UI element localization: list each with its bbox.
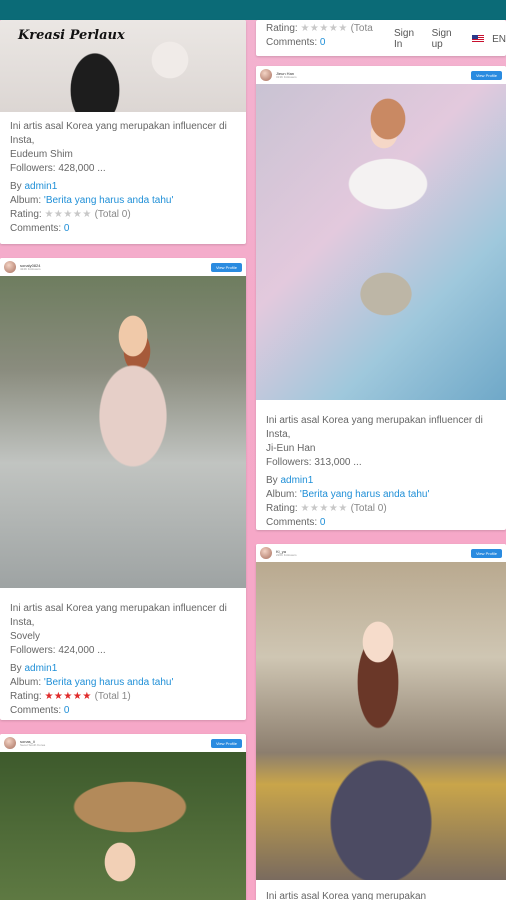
post-card[interactable]: sonas_ii Seoul South Korea View Profile <box>0 734 246 900</box>
post-photo[interactable] <box>256 84 506 400</box>
language-label[interactable]: EN <box>492 34 506 45</box>
embed-header: Ki_ya 226K Followers View Profile <box>256 544 506 562</box>
status-bar <box>0 0 506 20</box>
view-profile-button[interactable]: View Profile <box>470 70 502 80</box>
brand-logo: Kreasi Perlaux <box>18 28 125 43</box>
view-profile-button[interactable]: View Profile <box>210 738 242 748</box>
post-description: Ini artis asal Korea yang merupakan infl… <box>10 121 227 146</box>
rating-total: (Total 0) <box>94 209 131 220</box>
rating-total: (Tota <box>350 23 373 34</box>
sign-in-link[interactable]: Sign In <box>394 28 424 50</box>
embed-header: Jieun Han 313K Followers View Profile <box>256 66 506 84</box>
comments-count[interactable]: 0 <box>320 517 326 528</box>
embed-subtitle: Seoul South Korea <box>20 742 46 747</box>
post-description: Ini artis asal Korea yang merupakan infl… <box>10 603 227 628</box>
by-label: By <box>10 181 22 192</box>
rating-total: (Total 1) <box>94 691 131 702</box>
rating-stars[interactable]: ★★★★★ <box>300 503 347 514</box>
album-link[interactable]: 'Berita yang harus anda tahu' <box>44 677 173 688</box>
comments-label: Comments: <box>10 705 62 716</box>
post-name: Sovely <box>10 631 41 642</box>
post-name: Eudeum Shim <box>10 149 73 160</box>
rating-stars[interactable]: ★★★★★ <box>44 209 91 220</box>
rating-label: Rating: <box>10 209 42 220</box>
view-profile-button[interactable]: View Profile <box>470 548 502 558</box>
comments-count[interactable]: 0 <box>64 223 70 234</box>
post-card[interactable]: Kreasi Perlaux Ini artis asal Korea yang… <box>0 20 246 244</box>
album-label: Album: <box>10 677 42 688</box>
post-name: Ji-Eun Han <box>266 443 316 454</box>
post-photo[interactable] <box>0 276 246 588</box>
author-link[interactable]: admin1 <box>280 475 313 486</box>
comments-count[interactable]: 0 <box>320 37 326 48</box>
author-link[interactable]: admin1 <box>24 663 57 674</box>
us-flag-icon[interactable] <box>471 35 485 43</box>
view-profile-button[interactable]: View Profile <box>210 262 242 272</box>
rating-label: Rating: <box>266 503 298 514</box>
post-photo[interactable] <box>0 752 246 900</box>
album-link[interactable]: 'Berita yang harus anda tahu' <box>44 195 173 206</box>
post-followers: Followers: 424,000 ... <box>10 645 106 656</box>
rating-label: Rating: <box>10 691 42 702</box>
embed-subtitle: 424K Followers <box>20 266 41 271</box>
avatar <box>260 69 272 81</box>
sign-up-link[interactable]: Sign up <box>432 28 464 50</box>
avatar <box>4 261 16 273</box>
avatar <box>260 547 272 559</box>
post-description: Ini artis asal Korea yang merupakan infl… <box>266 415 483 440</box>
post-photo[interactable] <box>256 562 506 880</box>
rating-stars: ★★★★★ <box>300 23 348 34</box>
comments-label: Comments: <box>266 37 318 48</box>
post-card[interactable]: Ki_ya 226K Followers View Profile Ini art… <box>256 544 506 900</box>
post-description: Ini artis asal Korea yang merupakan <box>266 891 427 900</box>
embed-header: sonas_ii Seoul South Korea View Profile <box>0 734 246 752</box>
rating-label: Rating: <box>266 23 298 34</box>
album-label: Album: <box>266 489 298 500</box>
post-card[interactable]: sonaly0824 424K Followers View Profile In… <box>0 258 246 720</box>
post-photo[interactable]: Kreasi Perlaux <box>0 20 246 112</box>
comments-label: Comments: <box>10 223 62 234</box>
author-link[interactable]: admin1 <box>24 181 57 192</box>
rating-stars[interactable]: ★★★★★ <box>44 691 91 702</box>
comments-count[interactable]: 0 <box>64 705 70 716</box>
avatar <box>4 737 16 749</box>
post-followers: Followers: 313,000 ... <box>266 457 362 468</box>
embed-subtitle: 226K Followers <box>276 552 297 557</box>
post-card[interactable]: Jieun Han 313K Followers View Profile Ini… <box>256 66 506 530</box>
by-label: By <box>266 475 278 486</box>
rating-total: (Total 0) <box>350 503 387 514</box>
embed-subtitle: 313K Followers <box>276 74 297 79</box>
album-link[interactable]: 'Berita yang harus anda tahu' <box>300 489 429 500</box>
comments-label: Comments: <box>266 517 318 528</box>
top-nav: Sign In Sign up EN <box>394 28 506 50</box>
embed-header: sonaly0824 424K Followers View Profile <box>0 258 246 276</box>
album-label: Album: <box>10 195 42 206</box>
post-followers: Followers: 428,000 ... <box>10 163 106 174</box>
by-label: By <box>10 663 22 674</box>
